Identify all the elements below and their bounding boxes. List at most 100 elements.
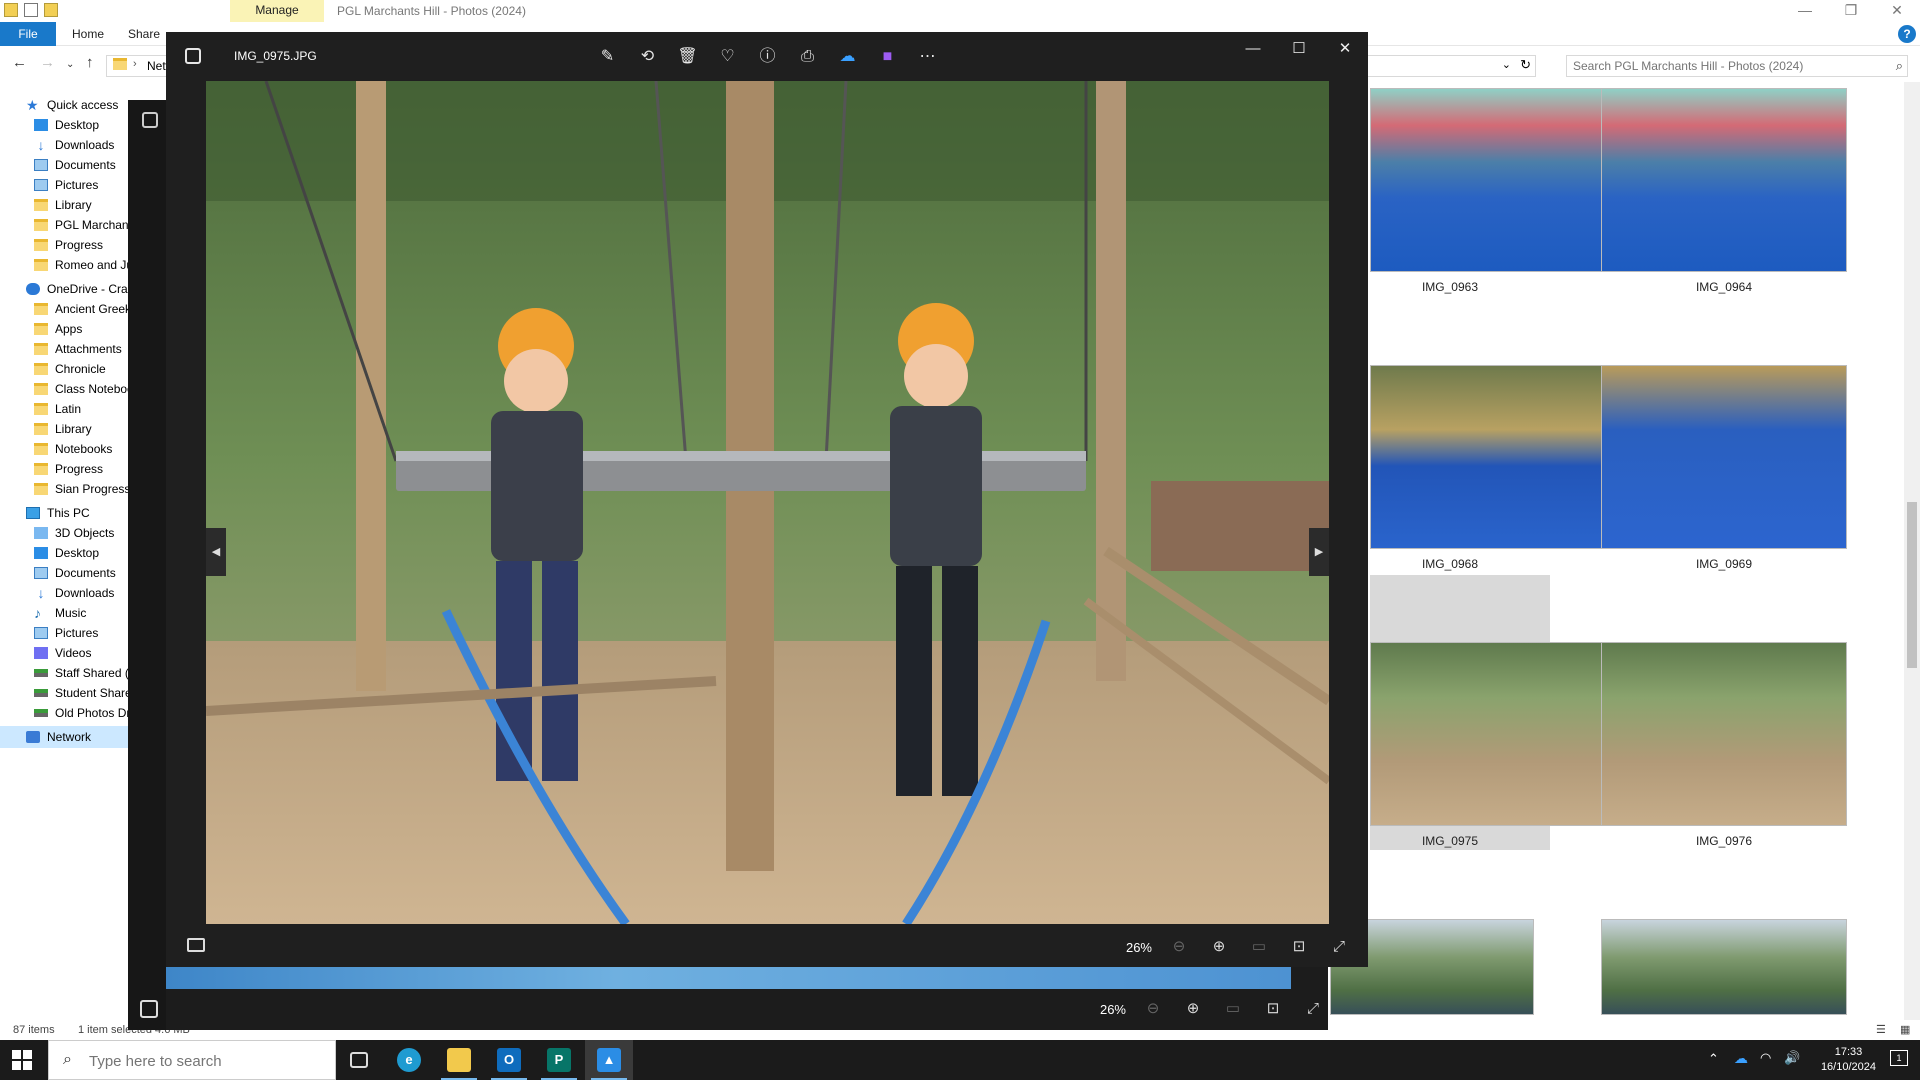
sidebar-item[interactable]: ♪ Music <box>0 602 136 624</box>
sidebar-item[interactable]: Documents <box>0 562 136 584</box>
maximize-icon[interactable]: ☐ <box>1276 32 1322 66</box>
sidebar-item[interactable]: Pictures <box>0 174 136 196</box>
file-thumbnail[interactable] <box>1601 365 1847 549</box>
zoom-out-icon[interactable]: ⊖ <box>1166 934 1192 960</box>
sidebar-item[interactable]: ★ Quick access <box>0 94 136 116</box>
more-icon[interactable]: ⋯ <box>913 44 942 70</box>
large-icons-view-icon[interactable]: ▦ <box>1900 1023 1910 1036</box>
sidebar-item[interactable]: Apps <box>0 318 136 340</box>
sidebar-item[interactable]: Student Shared <box>0 682 136 704</box>
publisher-icon[interactable]: P <box>535 1040 583 1080</box>
sidebar-item[interactable]: Pictures <box>0 622 136 644</box>
filmstrip-toggle-icon[interactable] <box>140 1000 158 1018</box>
chevron-up-icon[interactable]: ⌃ <box>1708 1051 1719 1067</box>
photo-canvas[interactable]: ◀ ▶ <box>206 81 1329 924</box>
sidebar-item[interactable]: OneDrive - Cranleigh <box>0 278 136 300</box>
tab-home[interactable]: Home <box>72 22 104 46</box>
sidebar-item[interactable]: Progress <box>0 234 136 256</box>
sidebar-item[interactable]: Class Notebooks <box>0 378 136 400</box>
search-input[interactable] <box>1567 56 1867 76</box>
vertical-scrollbar[interactable] <box>1904 82 1920 1020</box>
taskbar-search-input[interactable] <box>89 1050 319 1072</box>
file-thumbnail[interactable] <box>1370 642 1616 826</box>
file-thumbnail[interactable] <box>1601 88 1847 272</box>
sidebar-item[interactable]: Staff Shared (P:) <box>0 662 136 684</box>
sidebar-item[interactable]: Notebooks <box>0 438 136 460</box>
close-icon[interactable]: ✕ <box>1322 32 1368 66</box>
file-thumbnail[interactable] <box>1601 919 1847 1015</box>
fit-to-window-icon[interactable]: ▭ <box>1246 934 1272 960</box>
windows-start-icon[interactable] <box>12 1050 32 1070</box>
refresh-icon[interactable]: ↻ <box>1520 57 1531 73</box>
sidebar-item[interactable]: Old Photos Drive <box>0 702 136 724</box>
details-view-icon[interactable]: ☰ <box>1876 1023 1886 1036</box>
edge-icon[interactable]: e <box>385 1040 433 1080</box>
minimize-icon[interactable]: — <box>1230 32 1276 66</box>
onedrive-icon[interactable]: ☁ <box>833 44 862 70</box>
sidebar-item[interactable]: Romeo and Juliet <box>0 254 136 276</box>
chevron-down-icon[interactable]: ⌄ <box>1502 58 1511 71</box>
outlook-icon[interactable]: O <box>485 1040 533 1080</box>
task-view-icon[interactable] <box>335 1040 383 1080</box>
scrollbar-thumb[interactable] <box>1907 502 1917 668</box>
up-icon[interactable]: ↑ <box>86 54 94 71</box>
sidebar-item[interactable]: PGL Marchants Hill <box>0 214 136 236</box>
new-folder-icon[interactable] <box>44 3 58 17</box>
sidebar-item[interactable]: This PC <box>0 502 136 524</box>
previous-photo-icon[interactable]: ◀ <box>206 528 226 576</box>
zoom-out-icon[interactable]: ⊖ <box>1140 996 1166 1022</box>
taskbar-search[interactable]: ⌕ <box>48 1040 336 1080</box>
next-photo-icon[interactable]: ▶ <box>1309 528 1329 576</box>
onedrive-icon[interactable]: ☁ <box>1734 1050 1748 1067</box>
info-icon[interactable]: ⓘ <box>753 44 782 70</box>
sidebar-item[interactable]: Latin <box>0 398 136 420</box>
photos-icon[interactable]: ▲ <box>585 1040 633 1080</box>
full-screen-icon[interactable]: ⤢ <box>1300 996 1326 1022</box>
close-icon[interactable]: ✕ <box>1874 0 1920 22</box>
sidebar-item[interactable]: Network <box>0 726 136 748</box>
actual-size-icon[interactable]: ⊡ <box>1286 934 1312 960</box>
delete-icon[interactable]: 🗑 <box>673 44 702 70</box>
sidebar-item[interactable]: Attachments <box>0 338 136 360</box>
help-icon[interactable]: ? <box>1898 25 1916 43</box>
sidebar-item[interactable]: Sian Progress <box>0 478 136 500</box>
sidebar-item[interactable]: Desktop <box>0 542 136 564</box>
notification-icon[interactable]: 1 <box>1890 1050 1908 1066</box>
sidebar-item[interactable]: Library <box>0 194 136 216</box>
zoom-in-icon[interactable]: ⊕ <box>1206 934 1232 960</box>
network-icon[interactable]: ◠ <box>1760 1050 1771 1066</box>
back-icon[interactable]: ← <box>12 54 27 71</box>
sidebar-item[interactable]: Documents <box>0 154 136 176</box>
actual-size-icon[interactable]: ⊡ <box>1260 996 1286 1022</box>
file-explorer-icon[interactable] <box>435 1040 483 1080</box>
volume-icon[interactable]: 🔊 <box>1784 1050 1800 1066</box>
clipchamp-icon[interactable]: ■ <box>873 44 902 70</box>
fit-to-window-icon[interactable]: ▭ <box>1220 996 1246 1022</box>
sidebar-item[interactable]: ↓ Downloads <box>0 582 136 604</box>
sidebar-item[interactable]: Progress <box>0 458 136 480</box>
rotate-icon[interactable]: ⟲ <box>633 44 662 70</box>
clock[interactable]: 17:33 16/10/2024 <box>1821 1045 1876 1075</box>
print-icon[interactable]: ⎙ <box>793 44 822 70</box>
properties-icon[interactable] <box>24 3 38 17</box>
search-box[interactable]: ⌕ <box>1566 55 1908 77</box>
filmstrip-toggle-icon[interactable] <box>187 938 205 952</box>
sidebar-item[interactable]: Chronicle <box>0 358 136 380</box>
sidebar-item[interactable]: 3D Objects <box>0 522 136 544</box>
sidebar-item[interactable]: Videos <box>0 642 136 664</box>
file-thumbnail[interactable] <box>1370 88 1616 272</box>
file-thumbnail[interactable] <box>1370 365 1616 549</box>
tab-share[interactable]: Share <box>128 22 160 46</box>
sidebar-item[interactable]: Library <box>0 418 136 440</box>
full-screen-icon[interactable]: ⤢ <box>1326 934 1352 960</box>
sidebar-item[interactable]: Ancient Greek <box>0 298 136 320</box>
file-thumbnail[interactable] <box>1601 642 1847 826</box>
minimize-icon[interactable]: — <box>1782 0 1828 22</box>
recent-chevron-icon[interactable]: ⌄ <box>66 59 74 70</box>
restore-icon[interactable]: ❐ <box>1828 0 1874 22</box>
favorite-icon[interactable]: ♡ <box>713 44 742 70</box>
sidebar-item[interactable]: ↓ Downloads <box>0 134 136 156</box>
tab-file[interactable]: File <box>0 22 56 46</box>
manage-tab[interactable]: Manage <box>230 0 324 22</box>
zoom-in-icon[interactable]: ⊕ <box>1180 996 1206 1022</box>
